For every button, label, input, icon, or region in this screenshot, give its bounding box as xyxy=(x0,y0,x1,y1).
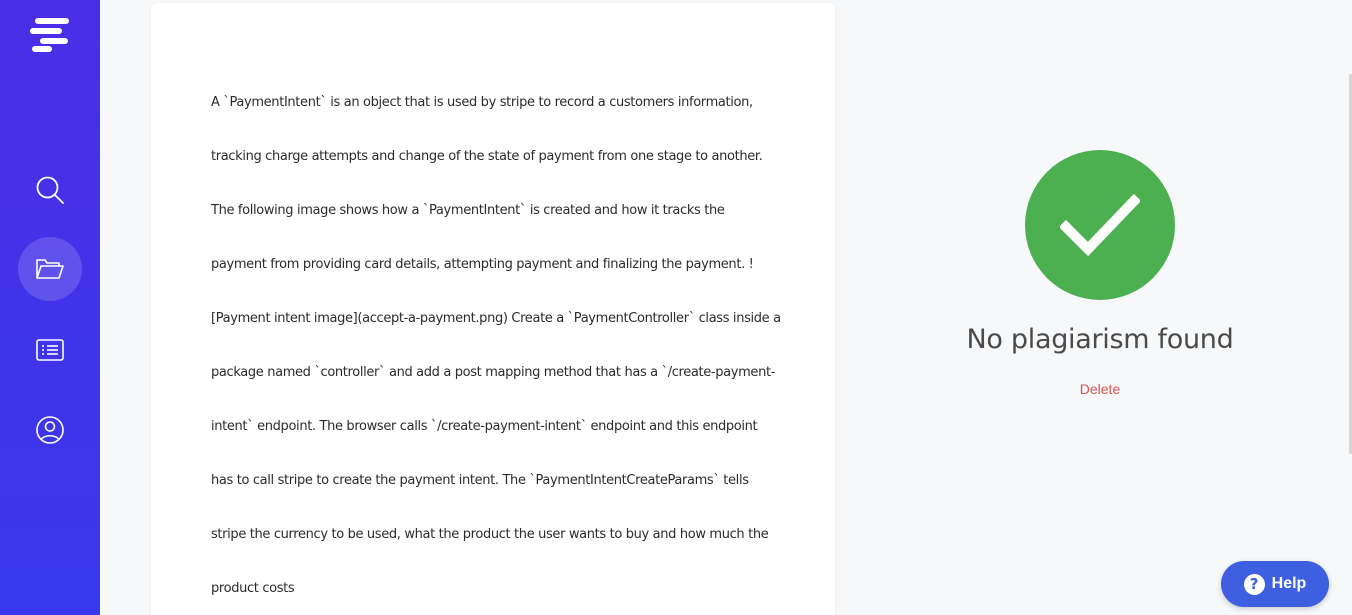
help-label: Help xyxy=(1271,575,1307,592)
question-icon: ? xyxy=(1243,573,1265,595)
result-panel: No plagiarism found Delete xyxy=(930,150,1270,399)
document-card: A `PaymentIntent` is an object that is u… xyxy=(151,3,835,615)
logo-icon[interactable] xyxy=(30,18,70,54)
user-circle-icon xyxy=(35,415,65,445)
list-icon xyxy=(36,339,64,361)
document-text: A `PaymentIntent` is an object that is u… xyxy=(211,95,781,596)
sidebar-item-search[interactable] xyxy=(18,158,82,222)
sidebar xyxy=(0,0,100,615)
app-root: A `PaymentIntent` is an object that is u… xyxy=(0,0,1352,615)
sidebar-item-profile[interactable] xyxy=(18,398,82,462)
search-icon xyxy=(35,175,65,205)
sidebar-item-folder[interactable] xyxy=(18,237,82,301)
help-button[interactable]: ? Help xyxy=(1221,561,1329,607)
delete-button[interactable]: Delete xyxy=(1080,381,1120,397)
check-circle-icon xyxy=(1025,150,1175,300)
folder-open-icon xyxy=(35,257,65,281)
sidebar-item-list[interactable] xyxy=(18,318,82,382)
result-title: No plagiarism found xyxy=(966,324,1234,355)
